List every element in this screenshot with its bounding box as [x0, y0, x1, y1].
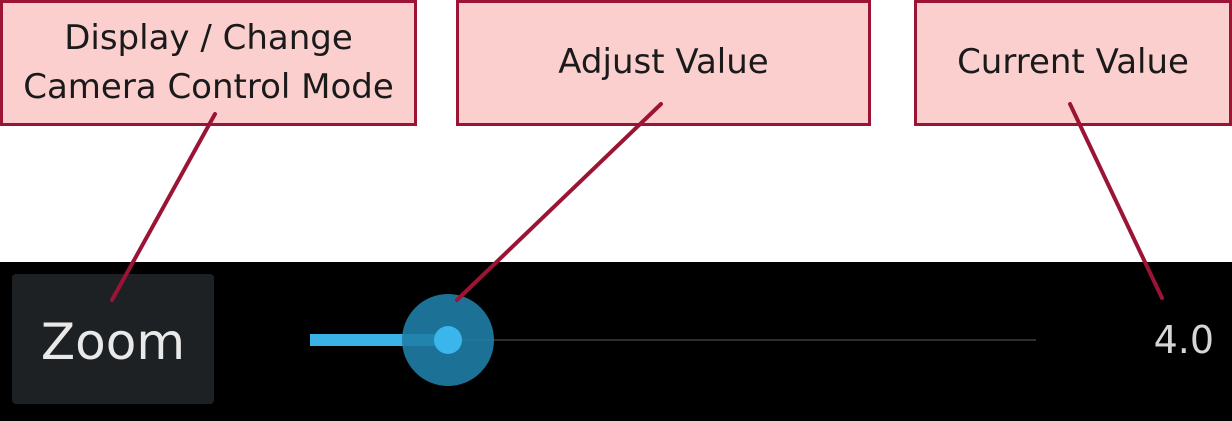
callout-camera-mode-line2: Camera Control Mode [23, 67, 394, 107]
callout-camera-mode-line1: Display / Change [64, 17, 353, 58]
callout-camera-mode-text: Display / Change Camera Control Mode [23, 14, 394, 113]
camera-mode-button[interactable]: Zoom [12, 274, 214, 404]
callout-current-value-text: Current Value [957, 42, 1189, 83]
camera-control-bar: Zoom 4.0 [0, 262, 1232, 421]
camera-mode-label: Zoom [40, 313, 186, 371]
callout-adjust-value-text: Adjust Value [558, 42, 769, 83]
callout-adjust-value: Adjust Value [456, 0, 871, 126]
current-value-readout: 4.0 [1153, 318, 1214, 362]
value-slider[interactable] [310, 292, 1036, 392]
callout-current-value: Current Value [914, 0, 1232, 126]
callout-camera-mode: Display / Change Camera Control Mode [0, 0, 417, 126]
slider-thumb[interactable] [434, 326, 462, 354]
